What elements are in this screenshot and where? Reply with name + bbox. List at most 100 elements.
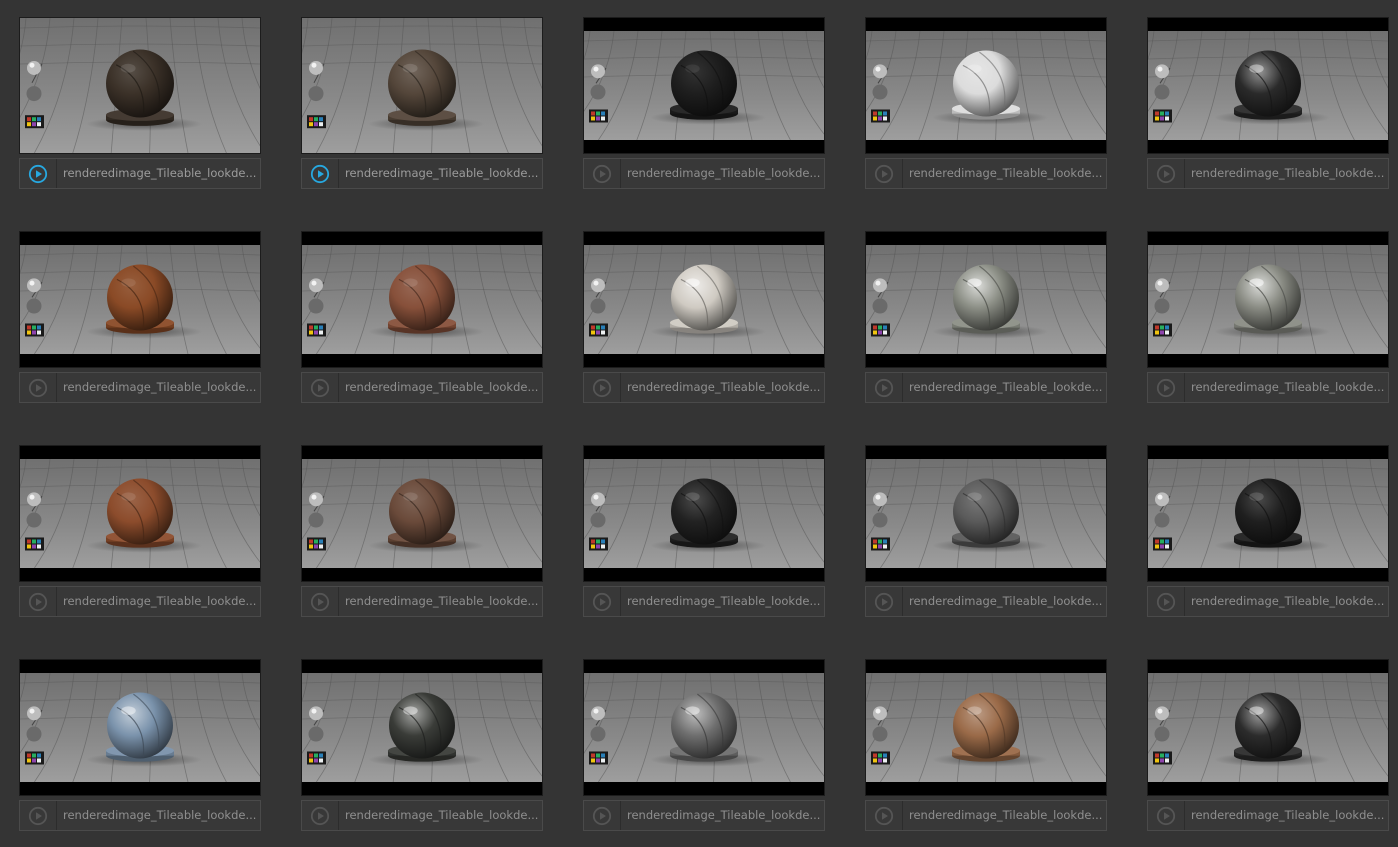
play-circle-icon[interactable]	[592, 378, 612, 398]
thumbnail-image	[1148, 31, 1388, 140]
play-circle-icon[interactable]	[1156, 164, 1176, 184]
play-circle-icon[interactable]	[310, 378, 330, 398]
asset-tile[interactable]: renderedimage_Tileable_lookde...	[1147, 17, 1389, 191]
play-circle-icon[interactable]	[874, 164, 894, 184]
play-button[interactable]	[866, 373, 903, 402]
asset-thumbnail[interactable]	[19, 659, 261, 796]
play-circle-icon[interactable]	[28, 164, 48, 184]
play-circle-icon[interactable]	[1156, 378, 1176, 398]
asset-name: renderedimage_Tileable_lookde...	[627, 166, 821, 180]
asset-name: renderedimage_Tileable_lookde...	[627, 808, 821, 822]
play-button[interactable]	[1148, 373, 1185, 402]
asset-name: renderedimage_Tileable_lookde...	[63, 808, 257, 822]
play-button[interactable]	[302, 373, 339, 402]
asset-tile[interactable]: renderedimage_Tileable_lookde...	[865, 659, 1107, 833]
play-circle-icon[interactable]	[28, 378, 48, 398]
asset-tile[interactable]: renderedimage_Tileable_lookde...	[19, 17, 261, 191]
asset-thumbnail[interactable]	[301, 17, 543, 154]
asset-tile[interactable]: renderedimage_Tileable_lookde...	[19, 445, 261, 619]
play-button[interactable]	[302, 587, 339, 616]
play-circle-icon[interactable]	[1156, 806, 1176, 826]
asset-tile[interactable]: renderedimage_Tileable_lookde...	[301, 659, 543, 833]
play-button[interactable]	[866, 159, 903, 188]
asset-tile[interactable]: renderedimage_Tileable_lookde...	[1147, 659, 1389, 833]
play-circle-icon[interactable]	[592, 592, 612, 612]
play-button[interactable]	[1148, 159, 1185, 188]
asset-thumbnail[interactable]	[583, 445, 825, 582]
asset-tile[interactable]: renderedimage_Tileable_lookde...	[19, 231, 261, 405]
play-button[interactable]	[866, 587, 903, 616]
material-preview-render	[1148, 459, 1388, 568]
play-circle-icon[interactable]	[310, 164, 330, 184]
asset-tile[interactable]: renderedimage_Tileable_lookde...	[865, 445, 1107, 619]
asset-tile[interactable]: renderedimage_Tileable_lookde...	[865, 231, 1107, 405]
asset-tile[interactable]: renderedimage_Tileable_lookde...	[1147, 231, 1389, 405]
material-preview-render	[584, 673, 824, 782]
asset-label-bar: renderedimage_Tileable_lookde...	[865, 158, 1107, 189]
asset-thumbnail[interactable]	[865, 231, 1107, 368]
play-button[interactable]	[584, 373, 621, 402]
play-button[interactable]	[866, 801, 903, 830]
material-preview-render	[302, 459, 542, 568]
play-button[interactable]	[584, 587, 621, 616]
asset-tile[interactable]: renderedimage_Tileable_lookde...	[301, 445, 543, 619]
thumbnail-image	[866, 459, 1106, 568]
asset-tile[interactable]: renderedimage_Tileable_lookde...	[583, 231, 825, 405]
asset-thumbnail[interactable]	[1147, 659, 1389, 796]
play-circle-icon[interactable]	[28, 592, 48, 612]
asset-tile[interactable]: renderedimage_Tileable_lookde...	[1147, 445, 1389, 619]
play-button[interactable]	[584, 159, 621, 188]
asset-thumbnail[interactable]	[583, 659, 825, 796]
asset-tile[interactable]: renderedimage_Tileable_lookde...	[19, 659, 261, 833]
material-preview-render	[20, 245, 260, 354]
asset-thumbnail[interactable]	[19, 17, 261, 154]
play-button[interactable]	[584, 801, 621, 830]
play-button[interactable]	[20, 373, 57, 402]
asset-tile[interactable]: renderedimage_Tileable_lookde...	[583, 17, 825, 191]
play-button[interactable]	[20, 159, 57, 188]
play-circle-icon[interactable]	[874, 378, 894, 398]
asset-thumbnail[interactable]	[865, 445, 1107, 582]
asset-thumbnail[interactable]	[19, 231, 261, 368]
asset-thumbnail[interactable]	[301, 445, 543, 582]
asset-thumbnail[interactable]	[301, 231, 543, 368]
asset-label-bar: renderedimage_Tileable_lookde...	[301, 800, 543, 831]
play-button[interactable]	[302, 801, 339, 830]
play-circle-icon[interactable]	[874, 806, 894, 826]
thumbnail-image	[584, 245, 824, 354]
play-circle-icon[interactable]	[1156, 592, 1176, 612]
asset-label-bar: renderedimage_Tileable_lookde...	[583, 800, 825, 831]
play-button[interactable]	[1148, 587, 1185, 616]
play-circle-icon[interactable]	[310, 806, 330, 826]
play-circle-icon[interactable]	[28, 806, 48, 826]
asset-thumbnail[interactable]	[1147, 231, 1389, 368]
asset-thumbnail[interactable]	[583, 231, 825, 368]
play-button[interactable]	[1148, 801, 1185, 830]
asset-tile[interactable]: renderedimage_Tileable_lookde...	[301, 231, 543, 405]
asset-thumbnail[interactable]	[301, 659, 543, 796]
asset-thumbnail[interactable]	[865, 659, 1107, 796]
asset-label-bar: renderedimage_Tileable_lookde...	[865, 800, 1107, 831]
thumbnail-image	[302, 459, 542, 568]
material-preview-render	[866, 31, 1106, 140]
asset-thumbnail[interactable]	[865, 17, 1107, 154]
play-circle-icon[interactable]	[592, 164, 612, 184]
material-preview-render	[302, 245, 542, 354]
asset-tile[interactable]: renderedimage_Tileable_lookde...	[583, 445, 825, 619]
asset-thumbnail[interactable]	[583, 17, 825, 154]
play-button[interactable]	[20, 801, 57, 830]
asset-tile[interactable]: renderedimage_Tileable_lookde...	[583, 659, 825, 833]
play-circle-icon[interactable]	[592, 806, 612, 826]
asset-thumbnail[interactable]	[1147, 445, 1389, 582]
play-button[interactable]	[20, 587, 57, 616]
asset-thumbnail[interactable]	[19, 445, 261, 582]
asset-name: renderedimage_Tileable_lookde...	[909, 380, 1103, 394]
asset-tile[interactable]: renderedimage_Tileable_lookde...	[865, 17, 1107, 191]
asset-label-bar: renderedimage_Tileable_lookde...	[865, 586, 1107, 617]
asset-tile[interactable]: renderedimage_Tileable_lookde...	[301, 17, 543, 191]
play-circle-icon[interactable]	[874, 592, 894, 612]
asset-name: renderedimage_Tileable_lookde...	[627, 594, 821, 608]
asset-thumbnail[interactable]	[1147, 17, 1389, 154]
play-button[interactable]	[302, 159, 339, 188]
play-circle-icon[interactable]	[310, 592, 330, 612]
